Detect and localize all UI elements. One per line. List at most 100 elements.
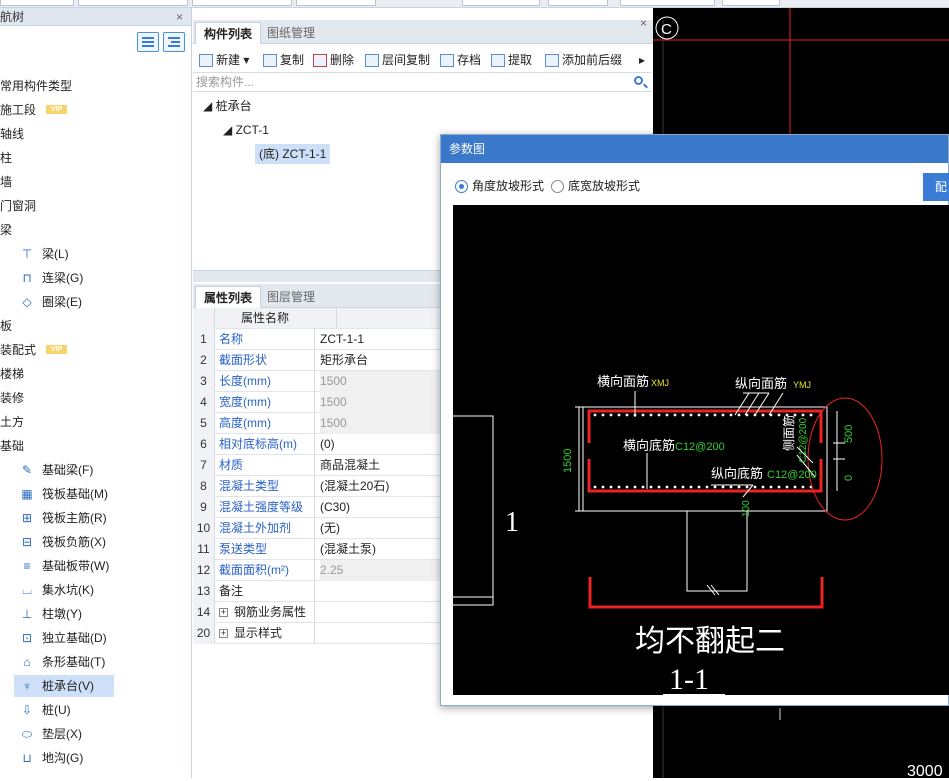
property-row[interactable]: 5 高度(mm) 1500 bbox=[193, 413, 445, 434]
nav-item[interactable]: ⌴ 集水坑(K) bbox=[0, 579, 190, 601]
toolbar-combo-4[interactable] bbox=[296, 0, 376, 6]
tree-node-zct-1-1[interactable]: (底) ZCT-1-1 bbox=[255, 144, 331, 164]
close-icon[interactable]: × bbox=[176, 8, 183, 26]
nav-item[interactable]: 装修 bbox=[0, 387, 190, 409]
property-row[interactable]: 4 宽度(mm) 1500 bbox=[193, 392, 445, 413]
nav-item[interactable]: 常用构件类型 bbox=[0, 75, 190, 97]
nav-item-label: 轴线 bbox=[0, 127, 25, 141]
property-value[interactable] bbox=[320, 581, 445, 602]
nav-item[interactable]: ⊔ 地沟(G) bbox=[0, 747, 190, 769]
property-row[interactable]: 6 相对底标高(m) (0) bbox=[193, 434, 443, 455]
nav-item[interactable]: 墙 bbox=[0, 171, 190, 193]
list-view-icon[interactable] bbox=[137, 32, 159, 52]
nav-item[interactable]: ⊓ 连梁(G) bbox=[0, 267, 190, 289]
property-row[interactable]: 10 混凝土外加剂 (无) bbox=[193, 518, 443, 539]
nav-item[interactable]: ⇩ 桩(U) bbox=[0, 699, 190, 721]
property-row[interactable]: 13 备注 bbox=[193, 581, 443, 602]
nav-item[interactable]: ✎ 基础梁(F) bbox=[0, 459, 190, 481]
nav-item[interactable]: ⬭ 垫层(X) bbox=[0, 723, 190, 745]
property-row[interactable]: 8 混凝土类型 (混凝土20石) bbox=[193, 476, 443, 497]
property-value[interactable] bbox=[320, 602, 445, 623]
property-row[interactable]: 12 截面面积(m²) 2.25 bbox=[193, 560, 445, 581]
delete-button[interactable]: 删除 bbox=[313, 48, 354, 72]
property-value[interactable]: ZCT-1-1 bbox=[320, 329, 445, 350]
property-row[interactable]: 20 + 显示样式 bbox=[193, 623, 443, 644]
nav-item[interactable]: ⊥ 柱墩(Y) bbox=[0, 603, 190, 625]
config-button[interactable]: 配 bbox=[923, 173, 949, 201]
property-value[interactable]: (混凝土20石) bbox=[320, 476, 445, 497]
nav-item[interactable]: 楼梯 bbox=[0, 363, 190, 385]
property-name: 宽度(mm) bbox=[219, 392, 315, 413]
detail-view-icon[interactable] bbox=[163, 32, 185, 52]
property-value[interactable]: 1500 bbox=[320, 392, 445, 413]
nav-item[interactable]: ≡ 基础板带(W) bbox=[0, 555, 190, 577]
nav-item[interactable]: ▦ 筏板基础(M) bbox=[0, 483, 190, 505]
property-value[interactable]: 矩形承台 bbox=[320, 350, 445, 371]
property-value[interactable]: (无) bbox=[320, 518, 445, 539]
expand-icon[interactable]: + bbox=[219, 629, 228, 639]
property-row[interactable]: 11 泵送类型 (混凝土泵) bbox=[193, 539, 443, 560]
radio-angle-slope[interactable]: 角度放坡形式 bbox=[455, 179, 544, 194]
property-value[interactable]: (混凝土泵) bbox=[320, 539, 445, 560]
property-value[interactable]: (0) bbox=[320, 434, 445, 455]
property-row[interactable]: 14 + 钢筋业务属性 bbox=[193, 602, 443, 623]
nav-item[interactable]: ⌂ 条形基础(T) bbox=[0, 651, 190, 673]
row-number: 3 bbox=[193, 371, 215, 392]
new-button[interactable]: 新建 ▾ bbox=[199, 48, 249, 72]
nav-item[interactable]: 施工段 VIP bbox=[0, 99, 190, 121]
nav-item[interactable]: 柱 bbox=[0, 147, 190, 169]
tree-node-zct-1[interactable]: ◢ ZCT-1 bbox=[223, 120, 269, 140]
toolbar-combo-3[interactable] bbox=[192, 0, 292, 6]
expand-icon[interactable]: + bbox=[219, 608, 228, 618]
nav-item[interactable]: ⊞ 筏板主筋(R) bbox=[0, 507, 190, 529]
extract-button[interactable]: 提取 bbox=[491, 48, 532, 72]
property-value[interactable]: (C30) bbox=[320, 497, 445, 518]
rebar-dot bbox=[609, 485, 613, 489]
toolbar-combo-8[interactable] bbox=[722, 0, 780, 6]
property-row[interactable]: 9 混凝土强度等级 (C30) bbox=[193, 497, 443, 518]
property-row[interactable]: 7 材质 商品混凝土 bbox=[193, 455, 443, 476]
nav-item[interactable]: 梁 bbox=[0, 219, 190, 241]
property-row[interactable]: 2 截面形状 矩形承台 bbox=[193, 350, 443, 371]
nav-item[interactable]: 装配式 VIP bbox=[0, 339, 190, 361]
toolbar-combo-2[interactable] bbox=[78, 0, 188, 6]
nav-item[interactable]: 门窗洞 bbox=[0, 195, 190, 217]
property-value[interactable]: 1500 bbox=[320, 371, 445, 392]
floor-copy-button[interactable]: 层间复制 bbox=[365, 48, 430, 72]
tab-component-list[interactable]: 构件列表 bbox=[195, 22, 262, 44]
property-value[interactable]: 1500 bbox=[320, 413, 445, 434]
property-row[interactable]: 1 名称 ZCT-1-1 bbox=[193, 329, 443, 350]
tab-drawing-management[interactable]: 图纸管理 bbox=[259, 22, 323, 44]
nav-item[interactable]: ♆ 桩承台(V) bbox=[14, 675, 114, 697]
property-row[interactable]: 3 长度(mm) 1500 bbox=[193, 371, 445, 392]
add-prefix-suffix-button[interactable]: 添加前后缀 bbox=[545, 48, 622, 72]
toolbar-combo-5[interactable] bbox=[462, 0, 540, 6]
nav-item[interactable]: ⊟ 筏板负筋(X) bbox=[0, 531, 190, 553]
nav-item[interactable]: 基础 bbox=[0, 435, 190, 457]
nav-item[interactable]: ⊡ 独立基础(D) bbox=[0, 627, 190, 649]
property-value[interactable] bbox=[320, 623, 445, 644]
nav-item[interactable]: ◇ 圈梁(E) bbox=[0, 291, 190, 313]
copy-button[interactable]: 复制 bbox=[263, 48, 304, 72]
component-search-input[interactable]: 搜索构件... bbox=[193, 72, 651, 92]
parameter-diagram[interactable]: 1 1500 500 0 100 横向面筋 XMJ 纵向面筋 YMJ 横向底筋 … bbox=[453, 205, 949, 696]
property-value[interactable]: 2.25 bbox=[320, 560, 445, 581]
tab-property-list[interactable]: 属性列表 bbox=[195, 286, 262, 308]
search-icon[interactable] bbox=[634, 76, 643, 85]
close-icon[interactable]: × bbox=[640, 16, 647, 30]
nav-item[interactable]: 板 bbox=[0, 315, 190, 337]
rebar-dot bbox=[769, 485, 773, 489]
toolbar-combo-7[interactable] bbox=[620, 0, 715, 6]
toolbar-combo-6[interactable] bbox=[548, 0, 608, 6]
nav-item[interactable]: 土方 bbox=[0, 411, 190, 433]
nav-item[interactable]: ⊤ 梁(L) bbox=[0, 243, 190, 265]
tree-node-pile-cap[interactable]: ◢ 桩承台 bbox=[203, 96, 252, 116]
radio-width-slope[interactable]: 底宽放坡形式 bbox=[551, 179, 640, 194]
toolbar-combo-1[interactable] bbox=[0, 0, 74, 6]
tab-layer-management[interactable]: 图层管理 bbox=[259, 286, 323, 308]
more-tools-icon[interactable]: ▸ bbox=[639, 48, 645, 72]
archive-button[interactable]: 存档 bbox=[440, 48, 481, 72]
property-name-text: 高度(mm) bbox=[219, 416, 271, 430]
property-value[interactable]: 商品混凝土 bbox=[320, 455, 445, 476]
nav-item[interactable]: 轴线 bbox=[0, 123, 190, 145]
